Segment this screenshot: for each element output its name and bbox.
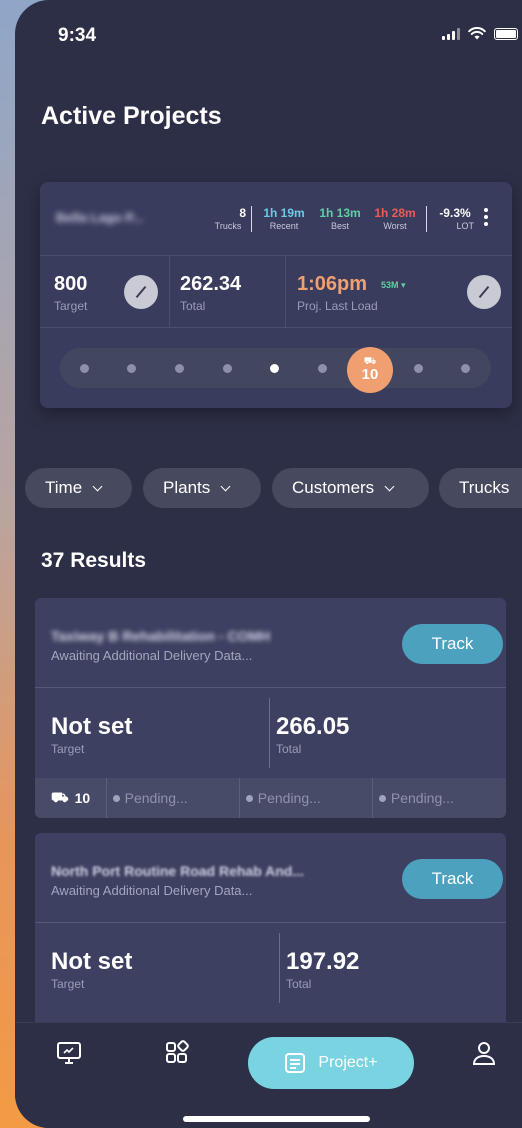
wifi-icon xyxy=(468,27,486,40)
card-header: Bella Lago P... 8 Trucks 1h 19m Recent 1… xyxy=(40,182,512,256)
edit-projection-button[interactable] xyxy=(467,275,501,309)
chevron-down-icon xyxy=(384,481,395,491)
divider xyxy=(279,933,280,1003)
divider xyxy=(285,256,286,328)
projected-delta: 53M ▾ xyxy=(381,280,406,290)
divider xyxy=(169,256,170,328)
total-value: 262.34 xyxy=(180,273,242,295)
edit-target-button[interactable] xyxy=(124,275,158,309)
target-label: Target xyxy=(54,299,88,313)
total-label: Total xyxy=(276,742,302,756)
progress-dot-current xyxy=(270,364,279,373)
truck-count: ⛟ 10 xyxy=(35,778,107,818)
chevron-down-icon xyxy=(220,481,231,491)
project-card[interactable]: North Port Routine Road Rehab And... Awa… xyxy=(35,833,506,1053)
filter-bar: Time Plants Customers Trucks xyxy=(25,468,522,508)
track-button[interactable]: Track xyxy=(402,624,503,664)
status-icons xyxy=(442,27,518,40)
total-value: 266.05 xyxy=(276,713,350,740)
project-card-header: Taxiway B Rehabilitation - COMH Awaiting… xyxy=(35,598,506,688)
truck-progress-track: ⛟ 10 xyxy=(60,347,491,393)
project-card-footer: ⛟ 10 Pending... Pending... Pending... xyxy=(35,778,506,818)
status-bar: 9:34 xyxy=(15,0,522,70)
card-metrics: 800 Target 262.34 Total 1:06pm 53M ▾ Pro… xyxy=(40,256,512,328)
truck-icon: ⛟ xyxy=(51,788,69,805)
pending-status: Pending... xyxy=(240,778,373,818)
pending-status: Pending... xyxy=(107,778,240,818)
cellular-signal-icon xyxy=(442,27,460,40)
page-title: Active Projects xyxy=(41,102,222,130)
project-card[interactable]: Taxiway B Rehabilitation - COMH Awaiting… xyxy=(35,598,506,818)
total-value: 197.92 xyxy=(286,948,360,975)
progress-dot xyxy=(318,364,327,373)
project-name: North Port Routine Road Rehab And... xyxy=(51,863,305,879)
app-screen: 9:34 Active Projects Bella Lago P... 8 T… xyxy=(15,0,522,1128)
stat-lot: -9.3% LOT xyxy=(439,206,474,231)
bottom-tab-bar: Project+ xyxy=(15,1022,522,1128)
stat-recent: 1h 19m Recent xyxy=(263,206,305,231)
projected-time: 1:06pm xyxy=(297,273,368,295)
target-label: Target xyxy=(51,977,85,991)
project-status: Awaiting Additional Delivery Data... xyxy=(51,883,253,898)
battery-icon xyxy=(494,27,518,40)
active-project-card[interactable]: Bella Lago P... 8 Trucks 1h 19m Recent 1… xyxy=(40,182,512,408)
project-card-metrics: Not set Target 266.05 Total xyxy=(35,688,506,778)
stat-worst: 1h 28m Worst xyxy=(374,206,416,231)
progress-dot xyxy=(127,364,136,373)
progress-dot xyxy=(175,364,184,373)
divider xyxy=(269,698,270,768)
filter-plants[interactable]: Plants xyxy=(143,468,261,508)
pencil-icon xyxy=(478,285,490,299)
document-icon xyxy=(285,1053,306,1073)
total-label: Total xyxy=(180,299,206,313)
stat-trucks: 8 Trucks xyxy=(214,206,246,231)
target-value: 800 xyxy=(54,273,88,295)
progress-dot xyxy=(223,364,232,373)
monitor-icon[interactable] xyxy=(55,1039,83,1067)
project-card-header: North Port Routine Road Rehab And... Awa… xyxy=(35,833,506,923)
project-plus-button[interactable]: Project+ xyxy=(248,1037,414,1089)
divider xyxy=(426,206,427,232)
target-value: Not set xyxy=(51,948,133,975)
results-count: 37 Results xyxy=(41,549,147,572)
dashboard-grid-icon[interactable] xyxy=(163,1039,191,1067)
truck-count-badge[interactable]: ⛟ 10 xyxy=(347,347,393,393)
target-value: Not set xyxy=(51,713,133,740)
more-options-icon[interactable] xyxy=(484,208,488,226)
divider xyxy=(251,206,252,232)
total-label: Total xyxy=(286,977,312,991)
home-indicator[interactable] xyxy=(183,1116,370,1122)
pending-status: Pending... xyxy=(373,778,506,818)
project-status: Awaiting Additional Delivery Data... xyxy=(51,648,253,663)
chevron-down-icon xyxy=(92,481,103,491)
project-card-metrics: Not set Target 197.92 Total xyxy=(35,923,506,1013)
projected-label: Proj. Last Load xyxy=(297,299,378,313)
filter-time[interactable]: Time xyxy=(25,468,132,508)
stat-best: 1h 13m Best xyxy=(319,206,361,231)
filter-customers[interactable]: Customers xyxy=(272,468,429,508)
progress-dot xyxy=(80,364,89,373)
progress-dot xyxy=(414,364,423,373)
profile-icon[interactable] xyxy=(470,1039,498,1067)
project-name: Taxiway B Rehabilitation - COMH xyxy=(51,628,271,644)
project-name: Bella Lago P... xyxy=(56,210,144,225)
target-label: Target xyxy=(51,742,85,756)
status-time: 9:34 xyxy=(58,25,97,46)
filter-trucks[interactable]: Trucks xyxy=(439,468,522,508)
pencil-icon xyxy=(135,285,147,299)
track-button[interactable]: Track xyxy=(402,859,503,899)
progress-dot xyxy=(461,364,470,373)
